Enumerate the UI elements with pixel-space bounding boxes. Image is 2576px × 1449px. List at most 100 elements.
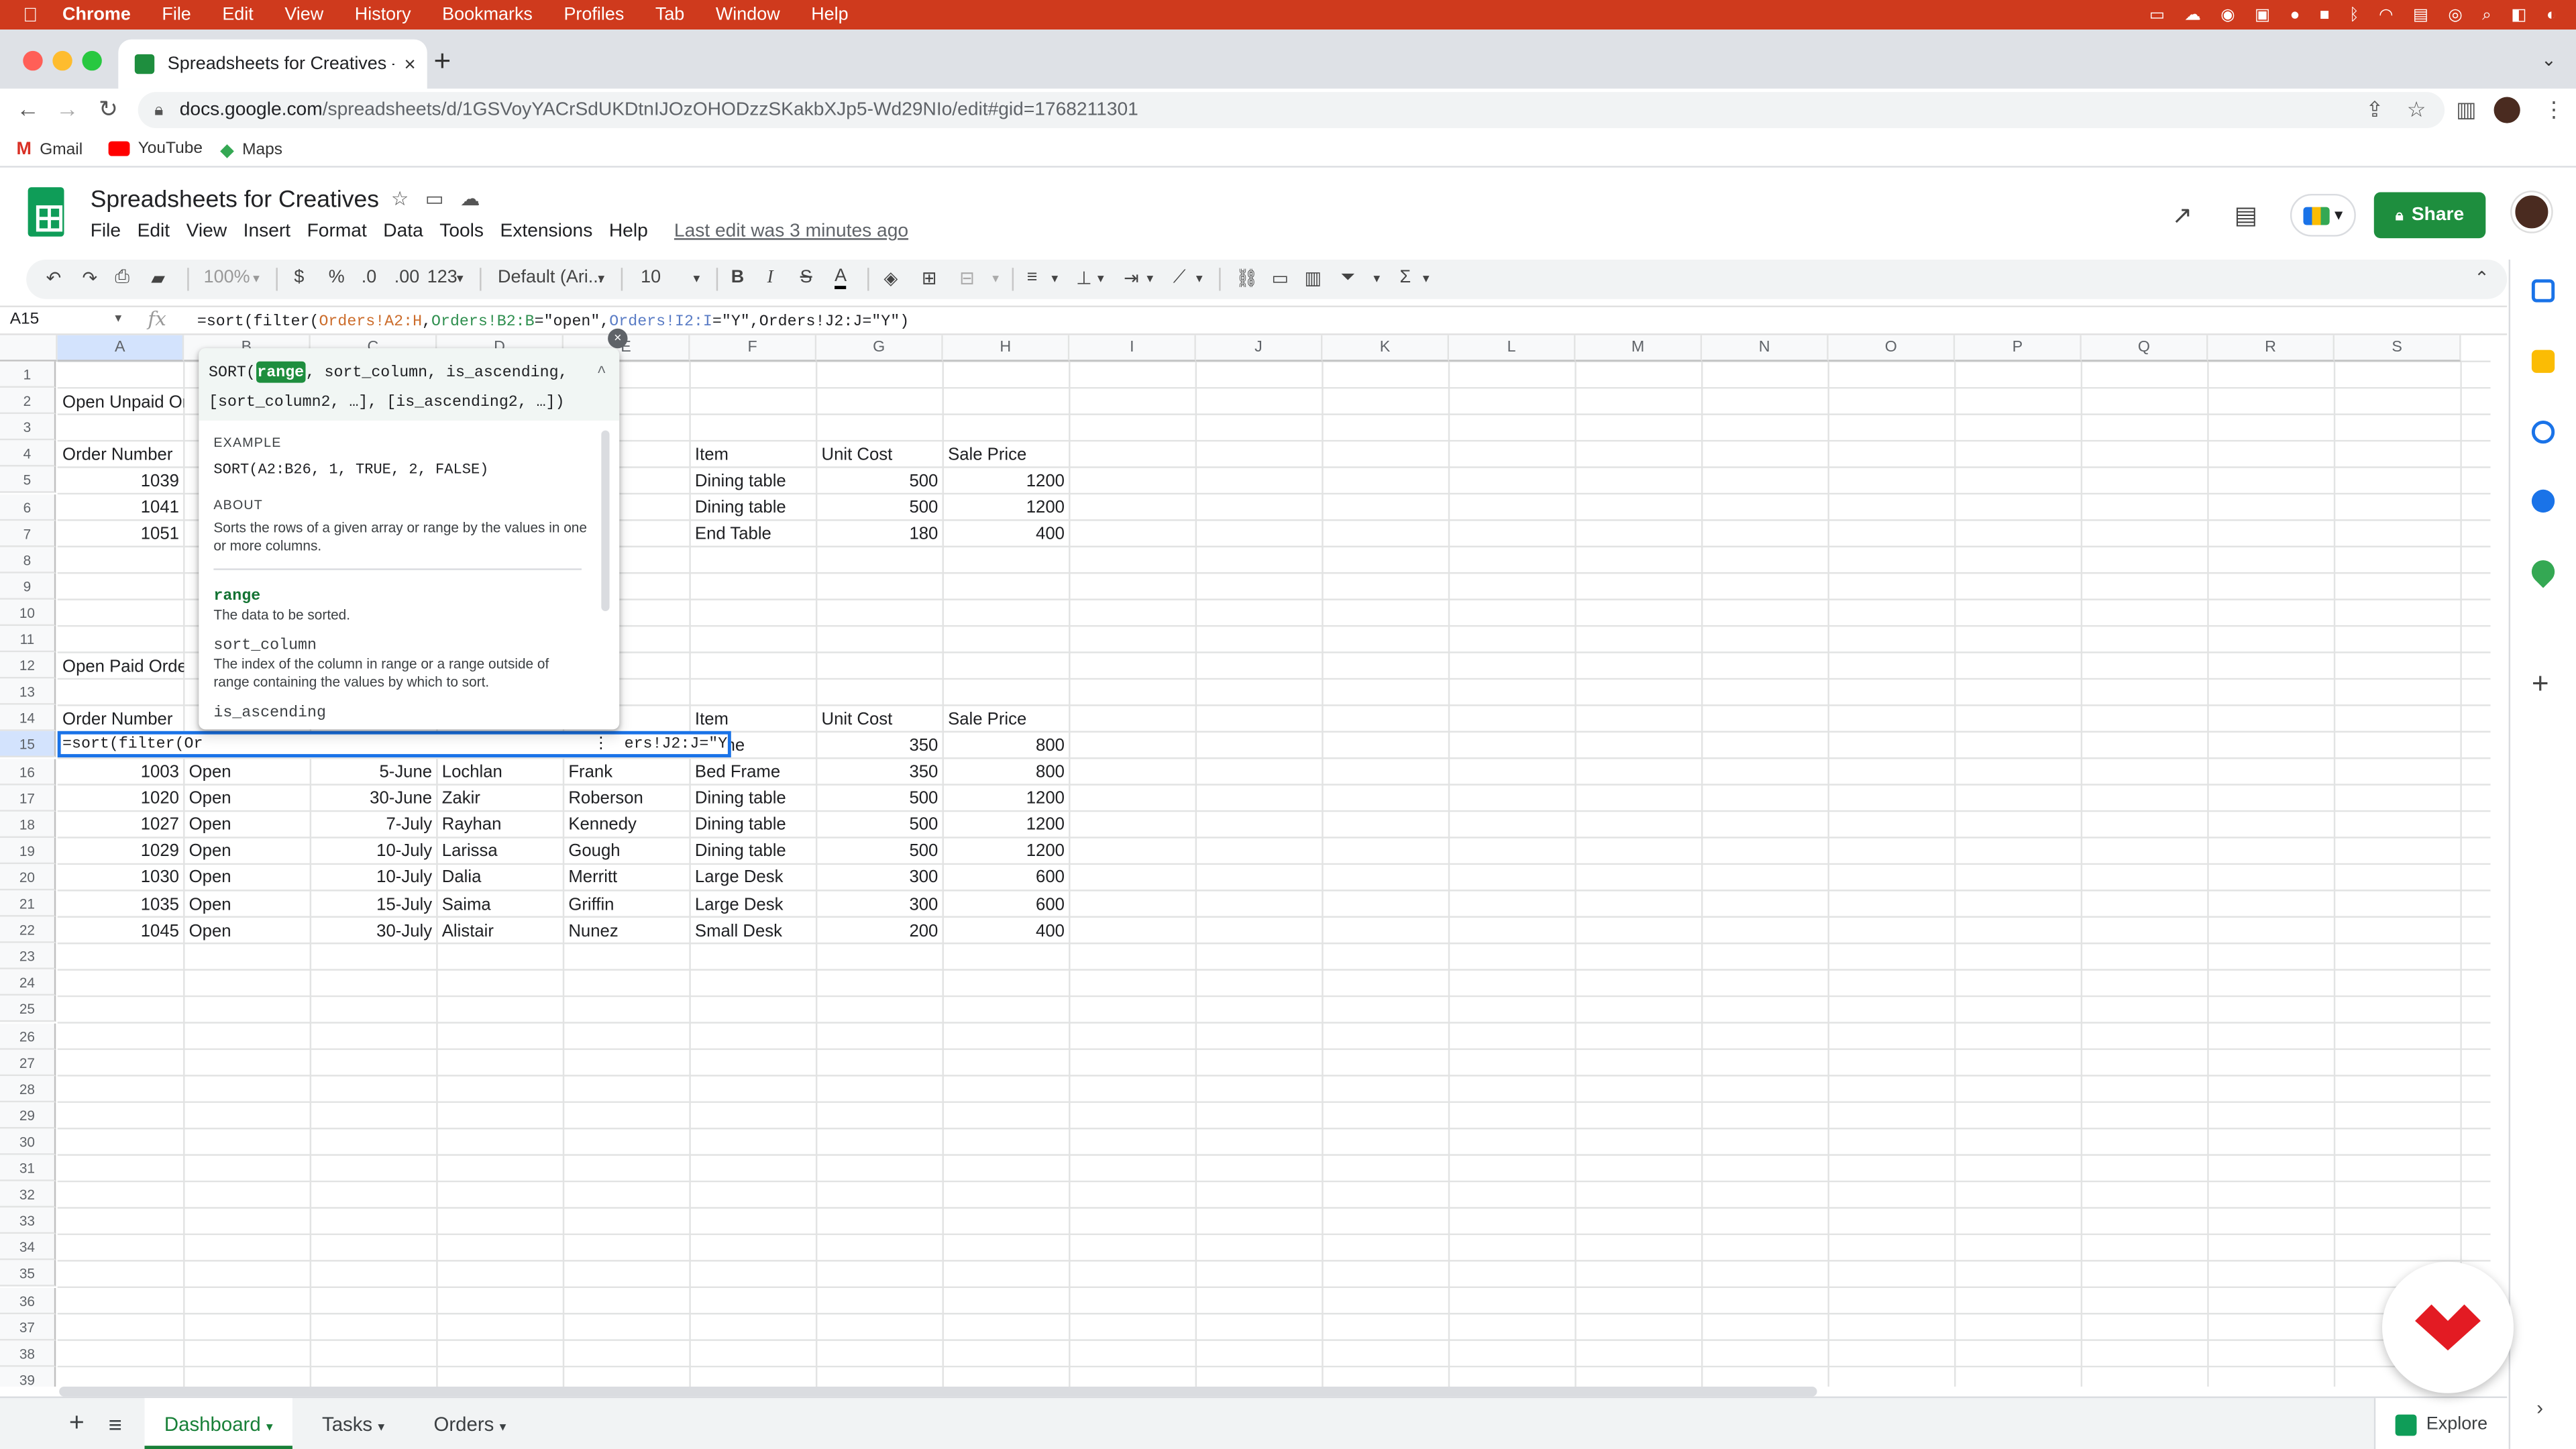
mac-menu-help[interactable]: Help xyxy=(811,5,848,24)
bluetooth-icon[interactable]: ᛒ xyxy=(2349,6,2359,24)
row-header[interactable]: 8 xyxy=(0,546,56,573)
cell-d21[interactable]: Saima xyxy=(437,892,564,918)
bold-button[interactable]: B xyxy=(731,268,744,287)
mac-menu-window[interactable]: Window xyxy=(716,5,780,24)
column-header-f[interactable]: F xyxy=(690,335,817,362)
share-page-icon[interactable]: ⇪ xyxy=(2366,97,2384,123)
cell-a7[interactable]: 1051 xyxy=(58,521,184,547)
vertical-align-icon[interactable]: ⊥ xyxy=(1076,268,1091,289)
cell-a4[interactable]: Order Number xyxy=(58,441,184,468)
maximize-window-icon[interactable] xyxy=(82,50,102,71)
percent-button[interactable]: % xyxy=(329,268,345,287)
menu-extensions[interactable]: Extensions xyxy=(500,222,593,241)
row-header[interactable]: 4 xyxy=(0,441,56,468)
reload-icon[interactable]: ↻ xyxy=(99,95,118,123)
insert-comment-icon[interactable]: ▭ xyxy=(1272,268,1289,289)
text-rotation-icon[interactable]: ⟋ xyxy=(1173,268,1186,289)
sheets-logo-icon[interactable] xyxy=(28,187,64,237)
cell-a5[interactable]: 1039 xyxy=(58,468,184,494)
cell-g21[interactable]: 300 xyxy=(816,892,943,918)
row-header[interactable]: 12 xyxy=(0,652,56,679)
all-sheets-icon[interactable]: ≡ xyxy=(89,1398,142,1449)
cell-g15[interactable]: 350 xyxy=(816,733,943,759)
browser-tab[interactable]: Spreadsheets for Creatives - G × xyxy=(118,39,427,89)
user-avatar[interactable] xyxy=(2512,192,2552,232)
font-size-select[interactable]: 10 xyxy=(641,268,661,287)
expand-panel-icon[interactable]: › xyxy=(2536,1397,2543,1419)
row-header[interactable]: 26 xyxy=(0,1022,56,1049)
cell-e21[interactable]: Griffin xyxy=(564,892,690,918)
cell-h18[interactable]: 1200 xyxy=(943,812,1070,838)
insert-chart-icon[interactable]: ▥ xyxy=(1305,268,1322,289)
chrome-menu-icon[interactable]: ⋮ xyxy=(2543,97,2565,123)
row-header[interactable]: 23 xyxy=(0,943,56,970)
cell-b16[interactable]: Open xyxy=(184,759,311,785)
row-header[interactable]: 7 xyxy=(0,520,56,547)
row-header[interactable]: 3 xyxy=(0,414,56,441)
cell-d22[interactable]: Alistair xyxy=(437,918,564,944)
row-header[interactable]: 1 xyxy=(0,361,56,388)
contacts-icon[interactable] xyxy=(2531,489,2555,513)
mac-menu-view[interactable]: View xyxy=(284,5,323,24)
cloud-icon[interactable]: ☁ xyxy=(2184,6,2200,24)
cell-f17[interactable]: Dining table xyxy=(690,786,817,812)
column-header-s[interactable]: S xyxy=(2334,335,2461,362)
lock-icon[interactable]: 🔒︎ xyxy=(154,101,163,119)
mac-menu-app[interactable]: Chrome xyxy=(62,5,131,24)
cell-e16[interactable]: Frank xyxy=(564,759,690,785)
badge-icon[interactable]: ■ xyxy=(2320,6,2330,24)
row-header[interactable]: 9 xyxy=(0,573,56,600)
font-size-chevron-icon[interactable]: ▾ xyxy=(693,271,700,286)
horizontal-scrollbar[interactable] xyxy=(59,1386,1817,1397)
cell-d16[interactable]: Lochlan xyxy=(437,759,564,785)
column-header-a[interactable]: A xyxy=(57,335,184,362)
decrease-decimal-button[interactable]: .0 xyxy=(362,268,377,287)
filter-icon[interactable]: ⏷ xyxy=(1340,268,1355,289)
collapse-toolbar-icon[interactable]: ⌃ xyxy=(2474,268,2489,289)
strikethrough-button[interactable]: S xyxy=(800,268,812,287)
cell-f5[interactable]: Dining table xyxy=(690,468,817,494)
row-header[interactable]: 36 xyxy=(0,1287,56,1313)
recording-logo-button[interactable] xyxy=(2382,1261,2514,1393)
cell-a2[interactable]: Open Unpaid Ord xyxy=(58,388,184,415)
cell-a16[interactable]: 1003 xyxy=(58,759,184,785)
close-window-icon[interactable] xyxy=(23,50,43,71)
select-all-corner[interactable] xyxy=(0,335,58,362)
print-icon[interactable]: ⎙ xyxy=(115,268,129,289)
cell-c19[interactable]: 10-July xyxy=(311,839,437,865)
column-header-p[interactable]: P xyxy=(1955,335,2082,362)
cell-b17[interactable]: Open xyxy=(184,786,311,812)
cell-g4[interactable]: Unit Cost xyxy=(816,441,943,468)
row-header[interactable]: 5 xyxy=(0,467,56,494)
cell-c16[interactable]: 5-June xyxy=(311,759,437,785)
more-formats-button[interactable]: 123 xyxy=(427,268,458,287)
cell-f7[interactable]: End Table xyxy=(690,521,817,547)
cell-g20[interactable]: 300 xyxy=(816,865,943,891)
menu-tools[interactable]: Tools xyxy=(439,222,484,241)
url-bar[interactable]: 🔒︎ docs.google.com /spreadsheets/d/1GSVo… xyxy=(138,92,2445,129)
cell-g5[interactable]: 500 xyxy=(816,468,943,494)
circle-icon[interactable]: ◉ xyxy=(2220,6,2235,24)
row-header[interactable]: 35 xyxy=(0,1260,56,1287)
row-header[interactable]: 24 xyxy=(0,969,56,996)
active-cell-editor[interactable]: =sort(filter(Or ⋮ ers!J2:J="Y") xyxy=(57,731,731,758)
chevron-down-icon[interactable]: ▾ xyxy=(1097,271,1104,286)
cell-a19[interactable]: 1029 xyxy=(58,839,184,865)
row-header[interactable]: 19 xyxy=(0,837,56,864)
row-header[interactable]: 15 xyxy=(0,731,56,758)
cloud-status-icon[interactable]: ☁ xyxy=(460,187,480,210)
cell-d18[interactable]: Rayhan xyxy=(437,812,564,838)
cell-f19[interactable]: Dining table xyxy=(690,839,817,865)
tab-search-chevron-icon[interactable]: ⌄ xyxy=(2541,49,2557,70)
chevron-down-icon[interactable]: ▾ xyxy=(1196,271,1203,286)
text-color-button[interactable]: A xyxy=(835,267,847,290)
row-header[interactable]: 10 xyxy=(0,599,56,626)
cell-a14[interactable]: Order Number xyxy=(58,706,184,733)
cell-a20[interactable]: 1030 xyxy=(58,865,184,891)
name-box-chevron-icon[interactable]: ▾ xyxy=(115,311,121,325)
screen-icon[interactable]: ▭ xyxy=(2149,6,2165,24)
functions-icon[interactable]: Σ xyxy=(1400,268,1411,287)
name-box[interactable]: A15 ▾ xyxy=(10,311,122,329)
window-icon[interactable]: ▣ xyxy=(2255,6,2270,24)
column-header-o[interactable]: O xyxy=(1828,335,1955,362)
